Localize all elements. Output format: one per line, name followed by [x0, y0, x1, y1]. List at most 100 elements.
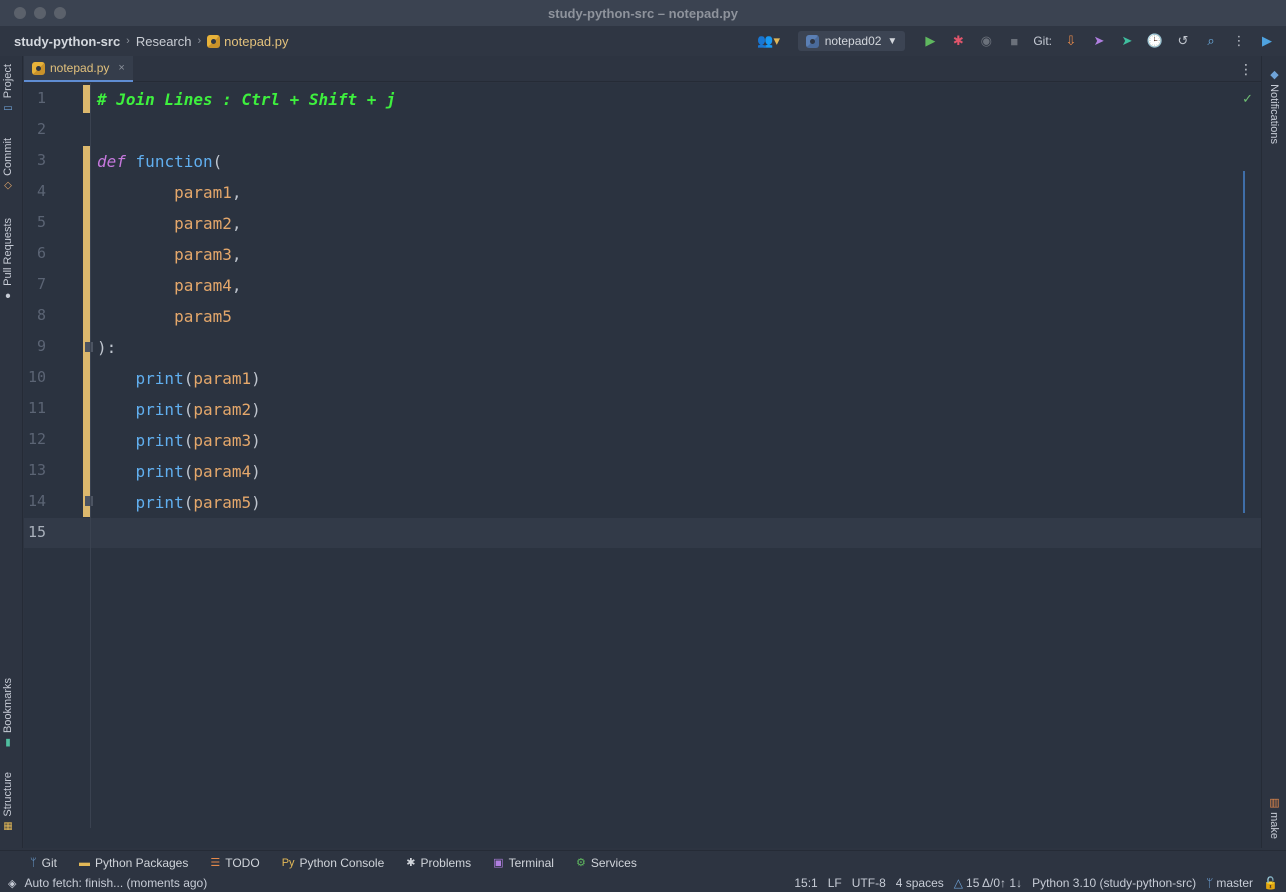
code-line-12: print(param3)	[97, 425, 261, 456]
tool-window-git-label: Git	[41, 855, 57, 870]
bookmark-icon: ▮	[2, 737, 14, 749]
tool-window-python-packages[interactable]: ▬ Python Packages	[79, 856, 188, 870]
code-param: param3	[174, 245, 232, 264]
fold-icon[interactable]	[85, 342, 93, 352]
fold-icon[interactable]	[85, 496, 93, 506]
tool-window-services[interactable]: ⚙ Services	[576, 856, 637, 870]
vcs-change-marker[interactable]	[83, 85, 90, 113]
stop-icon[interactable]: ■	[1005, 32, 1023, 50]
git-push-icon[interactable]: ➤	[1090, 32, 1108, 50]
code-punct: (	[183, 431, 194, 450]
vcs-change-marker[interactable]	[83, 146, 90, 517]
status-message[interactable]: Auto fetch: finish... (moments ago)	[24, 876, 207, 890]
file-encoding[interactable]: UTF-8	[852, 876, 886, 890]
tool-window-python-console-label: Python Console	[299, 855, 385, 870]
code-punct: (	[183, 462, 194, 481]
line-number: 5	[36, 213, 46, 231]
current-line-highlight	[24, 518, 1261, 548]
tab-actions-icon[interactable]: ⋮	[1239, 61, 1253, 78]
line-number: 15	[27, 523, 46, 541]
tool-tab-pull-requests[interactable]: ● Pull Requests	[2, 218, 14, 301]
tool-tab-commit[interactable]: ◇ Commit	[2, 138, 14, 191]
search-icon[interactable]: ⌕	[1202, 32, 1220, 50]
tool-tab-structure[interactable]: ▦ Structure	[2, 772, 14, 832]
line-number: 3	[36, 151, 46, 169]
python-interpreter[interactable]: Python 3.10 (study-python-src)	[1032, 876, 1196, 890]
code-line-10: print(param1)	[97, 363, 261, 394]
git-update-icon[interactable]: ⇩	[1062, 32, 1080, 50]
code-param: param1	[174, 183, 232, 202]
scrollbar-change-marker[interactable]	[1243, 171, 1245, 513]
status-right: 15:1 LF UTF-8 4 spaces △ 15 Δ/0↑ 1↓ Pytho…	[794, 874, 1278, 892]
code-comment: # Join Lines : Ctrl + Shift + j	[97, 90, 396, 109]
todo-icon: ☰	[210, 857, 221, 869]
tool-tab-make-label: make	[1268, 812, 1280, 839]
layers-icon[interactable]: ◈	[8, 877, 16, 890]
line-number: 6	[36, 244, 46, 262]
tool-tab-make[interactable]: ▥ make	[1268, 796, 1281, 839]
code-param: param5	[193, 493, 252, 512]
breadcrumb-file[interactable]: notepad.py	[207, 34, 289, 49]
code-line-9: ):	[97, 332, 116, 363]
more-options-icon[interactable]: ⋮	[1230, 32, 1248, 50]
window-controls	[14, 7, 66, 19]
tool-window-git[interactable]: ᛘ Git	[30, 856, 57, 870]
minimize-window-button[interactable]	[34, 7, 46, 19]
maximize-window-button[interactable]	[54, 7, 66, 19]
code-keyword: def	[97, 152, 126, 171]
history-icon[interactable]: 🕒	[1146, 32, 1164, 50]
editor-tab-notepad[interactable]: notepad.py ×	[24, 56, 133, 82]
tool-tab-project[interactable]: ▭ Project	[2, 64, 14, 113]
tool-window-terminal-label: Terminal	[508, 855, 554, 870]
run-icon[interactable]: ▶	[921, 32, 939, 50]
code-editor[interactable]: 1 2 3 4 5 6 7 8 9 10 11 12 13 14 15 # Jo…	[24, 83, 1261, 848]
code-punct: ,	[231, 183, 242, 202]
git-branch[interactable]: ᛘ master	[1206, 876, 1253, 890]
tool-tab-pull-requests-label: Pull Requests	[2, 218, 14, 286]
tool-window-todo-label: TODO	[225, 855, 260, 870]
code-with-me-icon[interactable]: 👥▾	[756, 32, 782, 50]
breadcrumb-folder[interactable]: Research	[136, 34, 192, 49]
breadcrumb-project[interactable]: study-python-src	[14, 34, 120, 49]
tool-window-terminal[interactable]: ▣ Terminal	[493, 856, 554, 870]
code-param: param5	[174, 307, 232, 326]
vcs-changes[interactable]: △ 15 Δ/0↑ 1↓	[954, 876, 1022, 890]
tool-window-python-console[interactable]: Py Python Console	[282, 856, 385, 870]
ide-window: study-python-src – notepad.py study-pyth…	[0, 0, 1286, 892]
line-number: 8	[36, 306, 46, 324]
structure-icon: ▦	[2, 820, 14, 832]
code-line-3: def function(	[97, 146, 222, 177]
main-toolbar: 👥▾ notepad02 ▼ ▶ ✱ ◉ ■ Git: ⇩ ➤ ➤ 🕒 ↺ ⌕ …	[756, 26, 1276, 56]
tool-window-todo[interactable]: ☰ TODO	[210, 856, 259, 870]
git-commit-icon[interactable]: ➤	[1118, 32, 1136, 50]
title-bar: study-python-src – notepad.py	[0, 0, 1286, 26]
caret-position[interactable]: 15:1	[794, 876, 817, 890]
line-separator[interactable]: LF	[828, 876, 842, 890]
code-line-6: param3,	[97, 239, 242, 270]
lock-icon[interactable]: 🔓	[1263, 876, 1278, 890]
python-file-icon	[805, 34, 819, 48]
run-configuration-selector[interactable]: notepad02 ▼	[797, 31, 906, 51]
tool-window-problems[interactable]: ✱ Problems	[406, 856, 471, 870]
code-builtin: print	[135, 493, 184, 512]
tool-tab-bookmarks-label: Bookmarks	[2, 678, 14, 734]
bug-icon: ✱	[406, 857, 416, 869]
run-with-coverage-icon[interactable]: ◉	[977, 32, 995, 50]
tool-tab-bookmarks[interactable]: ▮ Bookmarks	[2, 678, 14, 748]
code-line-8: param5	[97, 301, 232, 332]
close-tab-icon[interactable]: ×	[118, 62, 124, 74]
line-number: 14	[27, 492, 46, 510]
rollback-icon[interactable]: ↺	[1174, 32, 1192, 50]
inspection-ok-icon[interactable]: ✓	[1242, 91, 1253, 107]
indent-guide	[90, 83, 91, 828]
editor-gutter[interactable]: 1 2 3 4 5 6 7 8 9 10 11 12 13 14 15	[24, 83, 93, 848]
jetbrains-gateway-icon[interactable]: ▶	[1258, 32, 1276, 50]
debug-icon[interactable]: ✱	[949, 32, 967, 50]
code-punct: (	[183, 400, 194, 419]
tool-window-services-label: Services	[590, 855, 637, 870]
close-window-button[interactable]	[14, 7, 26, 19]
code-punct: ,	[231, 245, 242, 264]
tool-tab-notifications[interactable]: ◆ Notifications	[1268, 68, 1281, 144]
commit-icon: ◇	[2, 179, 14, 191]
indent-setting[interactable]: 4 spaces	[896, 876, 944, 890]
